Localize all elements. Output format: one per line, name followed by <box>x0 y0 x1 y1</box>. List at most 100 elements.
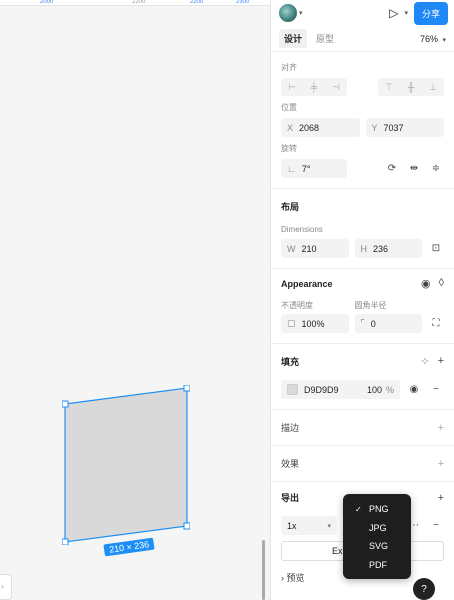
rotation-row: ∟ 7° ⟳ ⇹ ≑ <box>281 159 444 178</box>
ruler-tick: 2200 <box>132 0 146 5</box>
chevron-down-icon[interactable]: ▾ <box>299 9 303 17</box>
export-scale-value: 1x <box>287 520 297 531</box>
format-label: JPG <box>369 522 387 533</box>
play-icon[interactable]: ▷ <box>389 6 398 20</box>
format-option-svg[interactable]: SVG <box>343 537 411 556</box>
flip-vertical-icon[interactable]: ≑ <box>428 161 444 177</box>
align-bottom-icon[interactable]: ⊥ <box>422 78 444 96</box>
opacity-label: 不透明度 <box>281 301 313 310</box>
independent-corners-icon[interactable]: ⛶ <box>428 316 444 332</box>
format-option-jpg[interactable]: JPG <box>343 519 411 538</box>
export-scale-select[interactable]: 1x ▾ <box>281 516 337 535</box>
eye-icon[interactable]: ◉ <box>406 382 422 398</box>
fill-opacity-unit: % <box>385 384 394 395</box>
layout-section: 布局 Dimensions W 210 H 236 ⊡ <box>271 189 454 269</box>
stroke-actions: + <box>438 422 444 434</box>
eye-icon[interactable]: ◉ <box>421 277 431 290</box>
panel-header: ▾ ▷ ▾ 分享 <box>271 0 454 26</box>
fill-header: 填充 ⁘ + <box>281 355 444 368</box>
align-center-h-icon[interactable]: ╪ <box>303 78 325 96</box>
remove-icon[interactable]: − <box>428 518 444 534</box>
fill-opacity-value: 100 <box>366 384 382 395</box>
dimensions-row: W 210 H 236 ⊡ <box>281 239 444 258</box>
rotation-label: 旋转 <box>281 144 297 153</box>
blend-mode-icon[interactable]: ◊ <box>439 277 444 290</box>
rotate-icon[interactable]: ⟳ <box>384 161 400 177</box>
stroke-header: 描边 + <box>281 421 444 434</box>
panel-tabs: 设计 原型 76% ▾ <box>271 26 454 52</box>
preview-label: 预览 <box>286 573 305 583</box>
tab-design[interactable]: 设计 <box>279 29 308 48</box>
canvas-corner-tool[interactable]: › <box>0 574 12 600</box>
remove-icon[interactable]: − <box>428 382 444 398</box>
styles-grid-icon[interactable]: ⁘ <box>420 355 429 368</box>
rotation-field[interactable]: ∟ 7° <box>281 159 347 178</box>
ruler-tick: 2200 <box>190 0 204 5</box>
chevron-down-icon: ▾ <box>327 522 331 530</box>
corner-icon: ⌜ <box>360 318 365 328</box>
tab-prototype[interactable]: 原型 <box>311 29 339 48</box>
format-label: PNG <box>369 504 389 515</box>
chevron-down-icon[interactable]: ▾ <box>404 9 408 17</box>
dimensions-label: Dimensions <box>281 225 323 234</box>
ruler-tick: 2000 <box>40 0 54 5</box>
opacity-field[interactable]: ▢ 100% <box>281 314 349 333</box>
x-value: 2068 <box>299 122 320 133</box>
align-top-icon[interactable]: ⊤ <box>378 78 400 96</box>
position-label: 位置 <box>281 103 297 112</box>
appearance-section: Appearance ◉ ◊ 不透明度 圆角半径 ▢ 100% ⌜ 0 ⛶ <box>271 269 454 344</box>
export-title: 导出 <box>281 493 300 503</box>
resize-handle[interactable] <box>183 385 190 392</box>
add-icon[interactable]: + <box>438 355 444 368</box>
avatar[interactable] <box>279 4 297 22</box>
zoom-level[interactable]: 76% ▾ <box>420 34 446 44</box>
align-right-icon[interactable]: ⊣ <box>325 78 347 96</box>
corner-radius-field[interactable]: ⌜ 0 <box>354 314 422 333</box>
zoom-value: 76% <box>419 33 438 44</box>
angle-icon: ∟ <box>287 163 296 174</box>
add-icon[interactable]: + <box>438 492 444 504</box>
appearance-actions: ◉ ◊ <box>421 277 444 290</box>
height-field[interactable]: H 236 <box>354 239 422 258</box>
effects-section: 效果 + <box>271 446 454 482</box>
add-icon[interactable]: + <box>438 422 444 434</box>
w-prefix: W <box>287 243 296 254</box>
fill-field[interactable]: D9D9D9 100% <box>281 380 400 399</box>
appearance-row: ▢ 100% ⌜ 0 ⛶ <box>281 314 444 333</box>
add-icon[interactable]: + <box>438 458 444 470</box>
y-field[interactable]: Y 7037 <box>365 118 444 137</box>
stroke-section: 描边 + <box>271 410 454 446</box>
resize-handle[interactable] <box>183 522 190 530</box>
ruler-tick: 2300 <box>236 0 250 5</box>
align-middle-v-icon[interactable]: ╫ <box>400 78 422 96</box>
h-prefix: H <box>360 243 368 254</box>
fill-hex: D9D9D9 <box>304 384 339 395</box>
align-row: ⊢ ╪ ⊣ ⊤ ╫ ⊥ <box>281 78 444 96</box>
resize-handle[interactable] <box>62 400 69 408</box>
format-option-png[interactable]: ✓ PNG <box>343 500 411 519</box>
y-prefix: Y <box>371 122 378 133</box>
x-field[interactable]: X 2068 <box>281 118 360 137</box>
share-button[interactable]: 分享 <box>413 1 448 25</box>
top-ruler: 2000 2200 2200 2300 <box>0 0 270 6</box>
flip-horizontal-icon[interactable]: ⇹ <box>406 161 422 177</box>
canvas[interactable]: 2000 2200 2200 2300 210 × 236 › <box>0 0 270 600</box>
fill-title: 填充 <box>281 357 300 367</box>
format-label: SVG <box>369 541 389 552</box>
width-field[interactable]: W 210 <box>281 239 349 258</box>
selected-rectangle[interactable] <box>62 385 190 545</box>
fill-actions: ⁘ + <box>420 355 444 368</box>
format-option-pdf[interactable]: PDF <box>343 556 411 575</box>
height-value: 236 <box>373 243 389 254</box>
align-left-icon[interactable]: ⊢ <box>281 78 303 96</box>
help-button[interactable]: ? <box>413 578 435 600</box>
canvas-scrollbar[interactable] <box>262 540 265 600</box>
fill-swatch[interactable] <box>287 384 298 395</box>
fill-opacity[interactable]: 100% <box>367 385 394 395</box>
appearance-header: Appearance ◉ ◊ <box>281 277 444 290</box>
layout-title: 布局 <box>281 202 300 212</box>
fill-section: 填充 ⁘ + D9D9D9 100% ◉ − <box>271 344 454 410</box>
resize-handle[interactable] <box>62 538 69 545</box>
align-vertical-group: ⊤ ╫ ⊥ <box>378 78 444 96</box>
resize-to-fit-icon[interactable]: ⊡ <box>428 241 444 257</box>
